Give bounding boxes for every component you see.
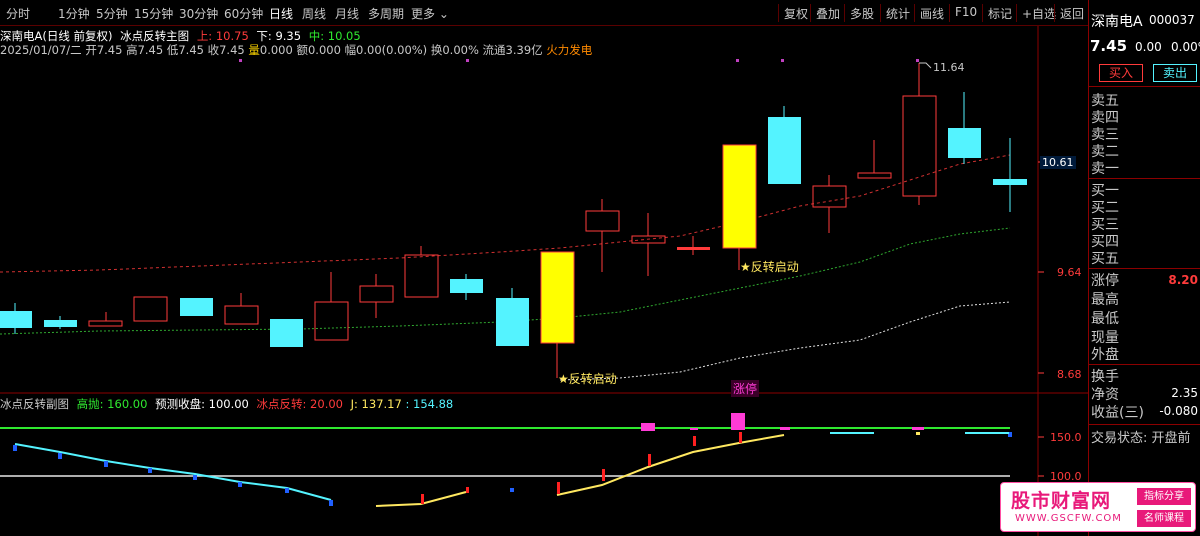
logo-tag-share: 指标分享 (1137, 488, 1191, 505)
k-value: : 154.88 (405, 397, 454, 411)
high-price-label: 11.64 (933, 61, 965, 74)
quote-price: 7.45 (1090, 37, 1128, 55)
reversal-start-annotation: ★反转启动 (558, 372, 617, 386)
stat-label: 外盘 (1091, 347, 1119, 363)
j-line-cyan (14, 443, 332, 501)
predict-close-value: 预测收盘: 100.00 (155, 397, 249, 411)
sub-chart-title: 冰点反转副图 (0, 397, 69, 411)
stat-label: 最低 (1091, 311, 1119, 327)
price-axis-label: 9.64 (1057, 266, 1082, 279)
gaopao-value: 高抛: 160.00 (76, 397, 148, 411)
order-level-buy5: 买五 (1091, 251, 1119, 267)
stat-label: 换手 (1091, 369, 1119, 385)
j-line-yellow-2 (556, 434, 785, 496)
reversal-start-annotation: ★反转启动 (740, 260, 799, 274)
current-price-marker: 10.61 (1040, 156, 1076, 169)
j-value: J: 137.17 (350, 397, 402, 411)
app-root: { "toolbar": { "periods": ["分时","1分钟","5… (0, 0, 1200, 536)
logo-url: WWW.GSCFW.COM (1015, 513, 1122, 524)
sell-button[interactable]: 卖出 (1153, 64, 1197, 82)
sub-chart-header: 冰点反转副图 高抛: 160.00 预测收盘: 100.00 冰点反转: 20.… (0, 396, 453, 412)
kline-chart[interactable] (0, 0, 1088, 536)
quote-change: 0.00 (1135, 40, 1162, 54)
stat-label: 净资 (1091, 387, 1119, 403)
quote-panel: 深南电A 000037 7.45 0.00 0.00% 买入 卖出 卖五 卖四 … (1088, 0, 1200, 536)
logo-title: 股市财富网 (1011, 490, 1112, 512)
site-logo: 股市财富网 WWW.GSCFW.COM 指标分享 名师课程 (1000, 482, 1196, 532)
buy-button[interactable]: 买入 (1099, 64, 1143, 82)
stat-label: 涨停 (1091, 273, 1119, 289)
candles (0, 63, 1027, 378)
quote-stock-name: 深南电A (1091, 14, 1143, 30)
logo-tag-course: 名师课程 (1137, 510, 1191, 527)
stat-label: 最高 (1091, 292, 1119, 308)
stat-value: 2.35 (1171, 386, 1198, 400)
stat-value: 8.20 (1168, 273, 1198, 287)
stat-label: 收益(三) (1091, 405, 1144, 421)
stat-value: -0.080 (1159, 404, 1198, 418)
icepoint-value: 冰点反转: 20.00 (256, 397, 343, 411)
quote-change-pct: 0.00% (1171, 40, 1200, 54)
sub-axis-label: 150.0 (1050, 431, 1082, 444)
order-level-sell1: 卖一 (1091, 161, 1119, 177)
lower-band-line (559, 301, 1011, 381)
limit-up-annotation: 涨停 (731, 380, 760, 397)
price-axis-label: 8.68 (1057, 368, 1082, 381)
trade-status: 交易状态: 开盘前 (1091, 431, 1191, 446)
quote-stock-code: 000037 (1149, 13, 1195, 27)
signal-dots (239, 59, 919, 62)
